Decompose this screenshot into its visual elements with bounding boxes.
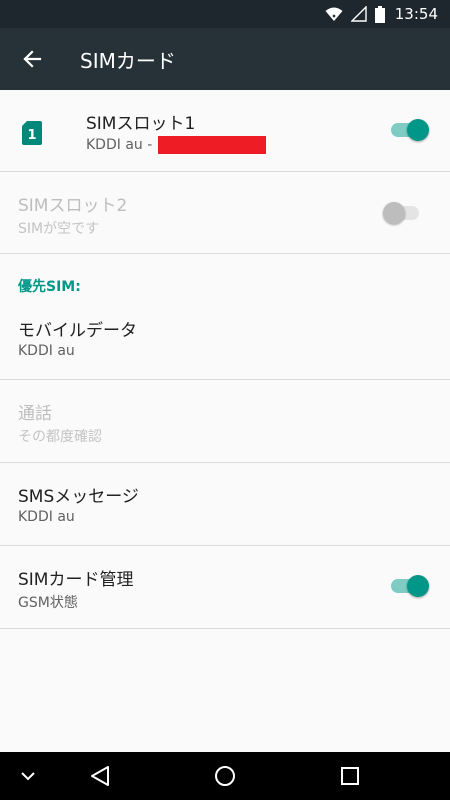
toggle-thumb (383, 202, 405, 224)
sim-management-row[interactable]: SIMカード管理 GSM状態 (0, 546, 450, 629)
sms-title: SMSメッセージ (18, 487, 139, 507)
sim-management-title: SIMカード管理 (18, 570, 134, 590)
app-bar: SIMカード (0, 28, 450, 90)
toggle-thumb (407, 119, 429, 141)
page-title: SIMカード (80, 48, 176, 73)
sim-slot-2-subtitle: SIMが空です (18, 221, 100, 237)
sim-card-icon: 1 (22, 121, 42, 145)
battery-icon (374, 5, 385, 23)
recents-square-icon (341, 767, 359, 785)
sim-slot-2-title: SIMスロット2 (18, 196, 128, 216)
recents-button[interactable] (328, 752, 372, 800)
wifi-icon (325, 6, 343, 22)
mobile-data-row[interactable]: モバイルデータ KDDI au (0, 297, 450, 380)
settings-list: 1 SIMスロット1 KDDI au - SIMスロット2 SIMが空です 優先… (0, 90, 450, 752)
sms-subtitle: KDDI au (18, 509, 75, 525)
sim-slot-number: 1 (27, 128, 36, 143)
home-button[interactable] (203, 752, 247, 800)
back-arrow-icon (23, 50, 42, 68)
redacted-number (158, 136, 267, 154)
chevron-down-icon (21, 772, 35, 781)
sim-slot-2-row[interactable]: SIMスロット2 SIMが空です (0, 172, 450, 254)
preferred-sim-header: 優先SIM: (18, 279, 81, 295)
calls-subtitle: その都度確認 (18, 429, 102, 445)
calls-row[interactable]: 通話 その都度確認 (0, 380, 450, 463)
navigation-bar (0, 752, 450, 800)
toggle-thumb (407, 575, 429, 597)
calls-title: 通話 (18, 404, 52, 424)
sim-slot-1-row[interactable]: 1 SIMスロット1 KDDI au - (0, 90, 450, 172)
hide-keyboard-button[interactable] (8, 752, 48, 800)
status-bar: 13:54 (0, 0, 450, 28)
home-circle-icon (215, 766, 235, 786)
back-button[interactable] (0, 28, 64, 90)
sms-row[interactable]: SMSメッセージ KDDI au (0, 463, 450, 546)
sim-slot-1-carrier: KDDI au - (86, 137, 153, 153)
sim-management-subtitle: GSM状態 (18, 595, 78, 611)
sim-slot-2-toggle[interactable] (383, 202, 423, 224)
mobile-data-subtitle: KDDI au (18, 343, 75, 359)
back-triangle-icon (91, 766, 109, 786)
status-time: 13:54 (394, 5, 438, 23)
sim-slot-1-subtitle: KDDI au - (86, 136, 267, 154)
mobile-data-title: モバイルデータ (18, 321, 137, 341)
sim-slot-1-toggle[interactable] (389, 119, 429, 141)
sim-slot-1-title: SIMスロット1 (86, 114, 196, 134)
back-nav-button[interactable] (78, 752, 122, 800)
sim-management-toggle[interactable] (389, 575, 429, 597)
signal-icon (350, 6, 367, 22)
